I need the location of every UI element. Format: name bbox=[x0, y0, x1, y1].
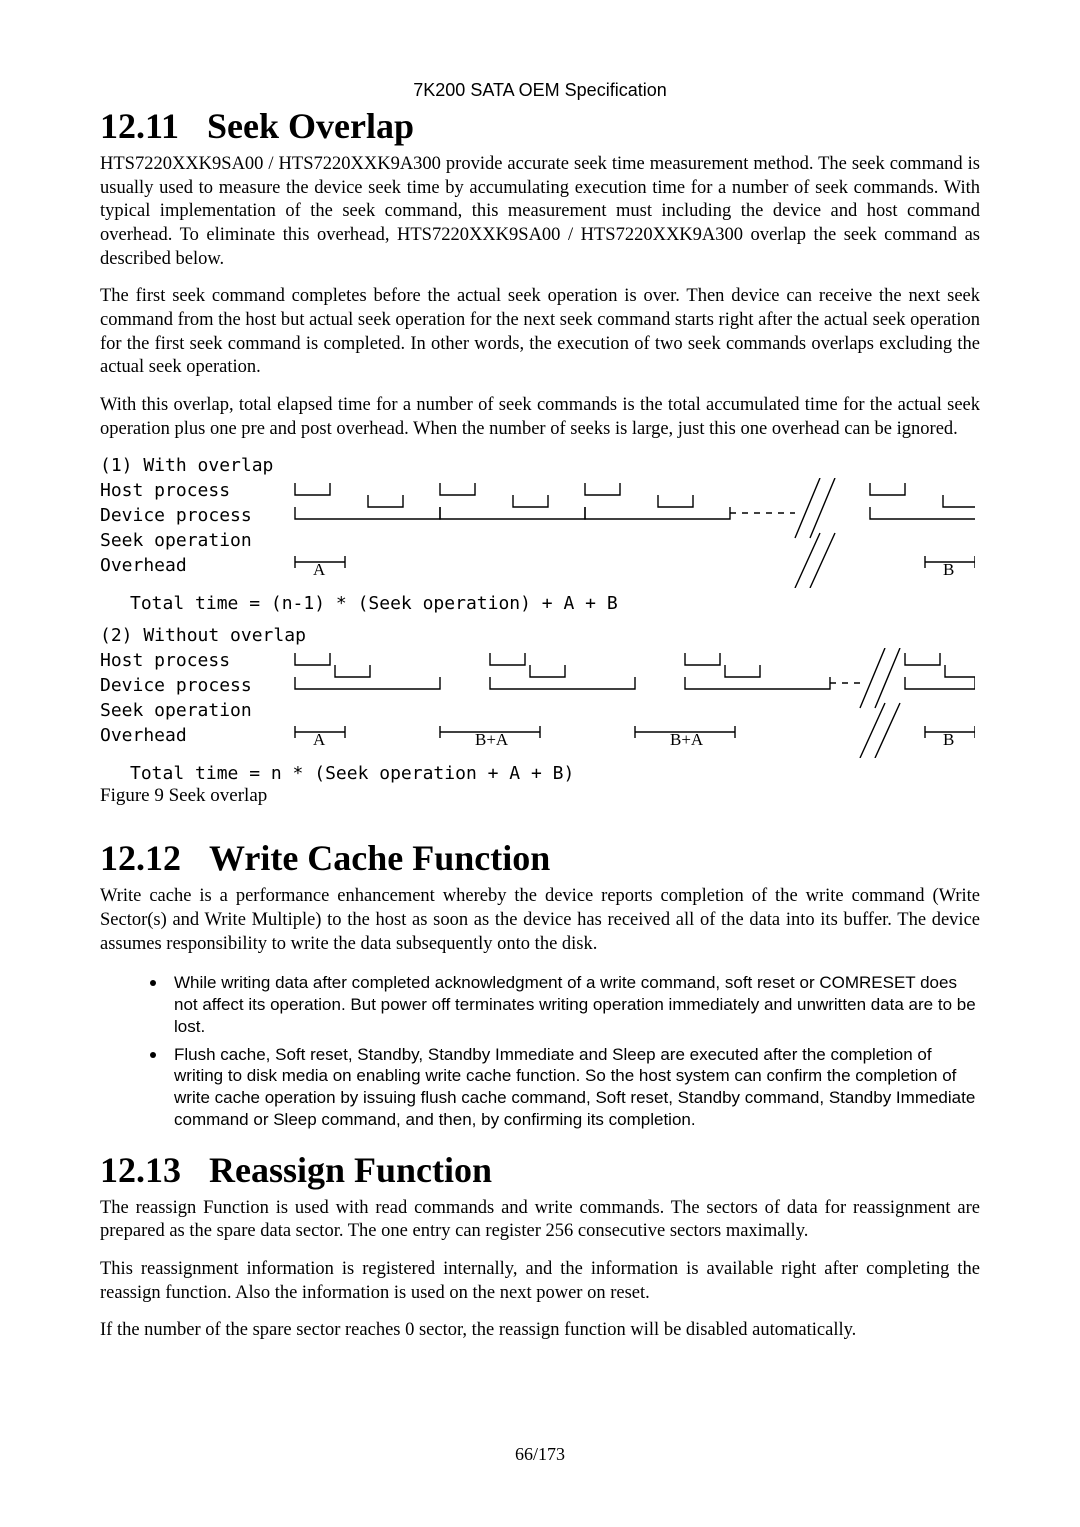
doc-header: 7K200 SATA OEM Specification bbox=[100, 80, 980, 101]
overhead-b-label: B bbox=[943, 560, 954, 579]
section-12-11-heading: 12.11 Seek Overlap bbox=[100, 105, 980, 147]
page-number: 66/173 bbox=[0, 1444, 1080, 1465]
paragraph: HTS7220XXK9SA00 / HTS7220XXK9A300 provid… bbox=[100, 153, 980, 271]
section-title-text: Write Cache Function bbox=[209, 838, 550, 878]
bullet-list: While writing data after completed ackno… bbox=[100, 970, 980, 1130]
timing-diagram-without-overlap: A B+A B+A B bbox=[275, 648, 975, 758]
bullet-item: While writing data after completed ackno… bbox=[168, 970, 980, 1037]
overhead-ba-label: B+A bbox=[670, 730, 704, 749]
overhead-a-label: A bbox=[313, 560, 326, 579]
figure-caption: Figure 9 Seek overlap bbox=[100, 785, 980, 807]
section-number: 12.11 bbox=[100, 105, 179, 147]
paragraph: The reassign Function is used with read … bbox=[100, 1197, 980, 1244]
paragraph: With this overlap, total elapsed time fo… bbox=[100, 394, 980, 441]
fig-row-label: Overhead bbox=[100, 553, 275, 578]
section-12-12-heading: 12.12 Write Cache Function bbox=[100, 837, 980, 879]
fig-row-label: Overhead bbox=[100, 723, 275, 748]
paragraph: If the number of the spare sector reache… bbox=[100, 1319, 980, 1343]
paragraph: Write cache is a performance enhancement… bbox=[100, 885, 980, 956]
bullet-item: Flush cache, Soft reset, Standby, Standb… bbox=[168, 1042, 980, 1131]
figure-seek-overlap: (1) With overlap Host process Device pro… bbox=[100, 455, 980, 807]
overhead-ba-label: B+A bbox=[475, 730, 509, 749]
section-title-text: Reassign Function bbox=[209, 1150, 492, 1190]
section-number: 12.12 bbox=[100, 837, 181, 879]
figure-formula-1: Total time = (n-1) * (Seek operation) + … bbox=[130, 593, 980, 616]
section-title-text: Seek Overlap bbox=[207, 106, 414, 146]
figure-subtitle-2: (2) Without overlap bbox=[100, 625, 980, 648]
fig-row-label: Host process bbox=[100, 478, 275, 503]
fig-row-label: Host process bbox=[100, 648, 275, 673]
paragraph: This reassignment information is registe… bbox=[100, 1258, 980, 1305]
paragraph: The first seek command completes before … bbox=[100, 285, 980, 380]
overhead-a-label: A bbox=[313, 730, 326, 749]
overhead-b-label: B bbox=[943, 730, 954, 749]
fig-row-label: Seek operation bbox=[100, 528, 275, 553]
fig-row-label: Device process bbox=[100, 503, 275, 528]
section-12-13-heading: 12.13 Reassign Function bbox=[100, 1149, 980, 1191]
timing-diagram-with-overlap: A B bbox=[275, 478, 975, 588]
fig-row-label: Device process bbox=[100, 673, 275, 698]
figure-formula-2: Total time = n * (Seek operation + A + B… bbox=[130, 763, 980, 786]
figure-subtitle-1: (1) With overlap bbox=[100, 455, 980, 478]
fig-row-label: Seek operation bbox=[100, 698, 275, 723]
section-number: 12.13 bbox=[100, 1149, 181, 1191]
